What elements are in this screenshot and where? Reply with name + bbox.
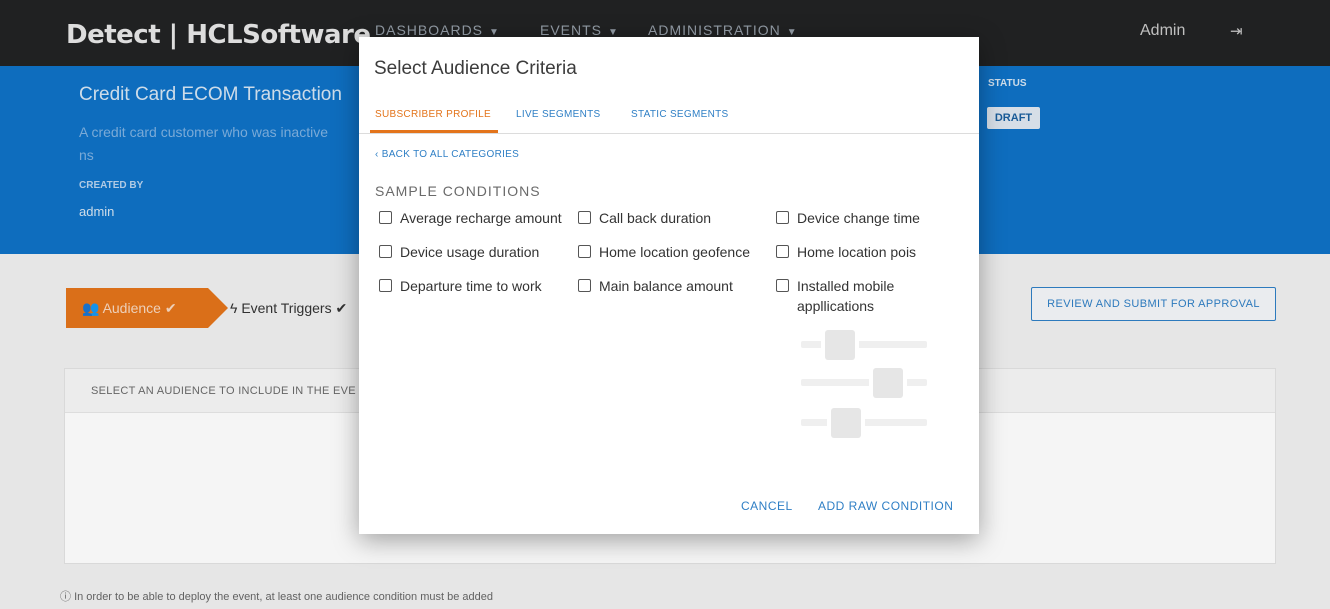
active-tab-indicator bbox=[370, 130, 498, 133]
tab-live-segments[interactable]: LIVE SEGMENTS bbox=[516, 109, 600, 120]
chevron-left-icon: ‹ bbox=[375, 149, 379, 160]
checkbox[interactable] bbox=[776, 211, 789, 224]
condition-label: Average recharge amount bbox=[400, 210, 562, 226]
checkbox[interactable] bbox=[578, 245, 591, 258]
tab-static-segments[interactable]: STATIC SEGMENTS bbox=[631, 109, 728, 120]
checkbox[interactable] bbox=[379, 279, 392, 292]
checkbox[interactable] bbox=[578, 279, 591, 292]
checkbox[interactable] bbox=[379, 211, 392, 224]
condition-label: Device change time bbox=[797, 210, 920, 226]
condition-label: Main balance amount bbox=[599, 278, 733, 294]
condition-checkbox[interactable]: Departure time to work bbox=[379, 276, 542, 296]
condition-checkbox[interactable]: Average recharge amount bbox=[379, 208, 562, 228]
condition-checkbox[interactable]: Home location pois bbox=[776, 242, 916, 262]
back-link-label: BACK TO ALL CATEGORIES bbox=[381, 149, 520, 160]
condition-label: Home location geofence bbox=[599, 244, 750, 260]
condition-label: Installed mobile appllications bbox=[797, 278, 895, 314]
condition-checkbox[interactable]: Call back duration bbox=[578, 208, 711, 228]
condition-checkbox[interactable]: Main balance amount bbox=[578, 276, 733, 296]
audience-criteria-modal: Select Audience Criteria SUBSCRIBER PROF… bbox=[359, 37, 979, 534]
checkbox[interactable] bbox=[379, 245, 392, 258]
condition-checkbox[interactable]: Device change time bbox=[776, 208, 920, 228]
condition-checkbox[interactable]: Installed mobile appllications bbox=[776, 276, 926, 316]
condition-checkbox[interactable]: Device usage duration bbox=[379, 242, 539, 262]
cancel-button[interactable]: CANCEL bbox=[741, 499, 793, 513]
condition-label: Departure time to work bbox=[400, 278, 542, 294]
sliders-illustration-icon bbox=[801, 330, 927, 438]
condition-label: Call back duration bbox=[599, 210, 712, 226]
checkbox[interactable] bbox=[776, 245, 789, 258]
condition-label: Home location pois bbox=[797, 244, 917, 260]
condition-label: Device usage duration bbox=[400, 244, 540, 260]
back-to-categories-link[interactable]: ‹ BACK TO ALL CATEGORIES bbox=[375, 149, 519, 160]
sample-conditions-heading: SAMPLE CONDITIONS bbox=[375, 183, 541, 199]
modal-title: Select Audience Criteria bbox=[374, 58, 577, 79]
tab-subscriber-profile[interactable]: SUBSCRIBER PROFILE bbox=[375, 109, 491, 120]
add-raw-condition-button[interactable]: ADD RAW CONDITION bbox=[818, 499, 953, 513]
checkbox[interactable] bbox=[578, 211, 591, 224]
checkbox[interactable] bbox=[776, 279, 789, 292]
condition-checkbox[interactable]: Home location geofence bbox=[578, 242, 750, 262]
